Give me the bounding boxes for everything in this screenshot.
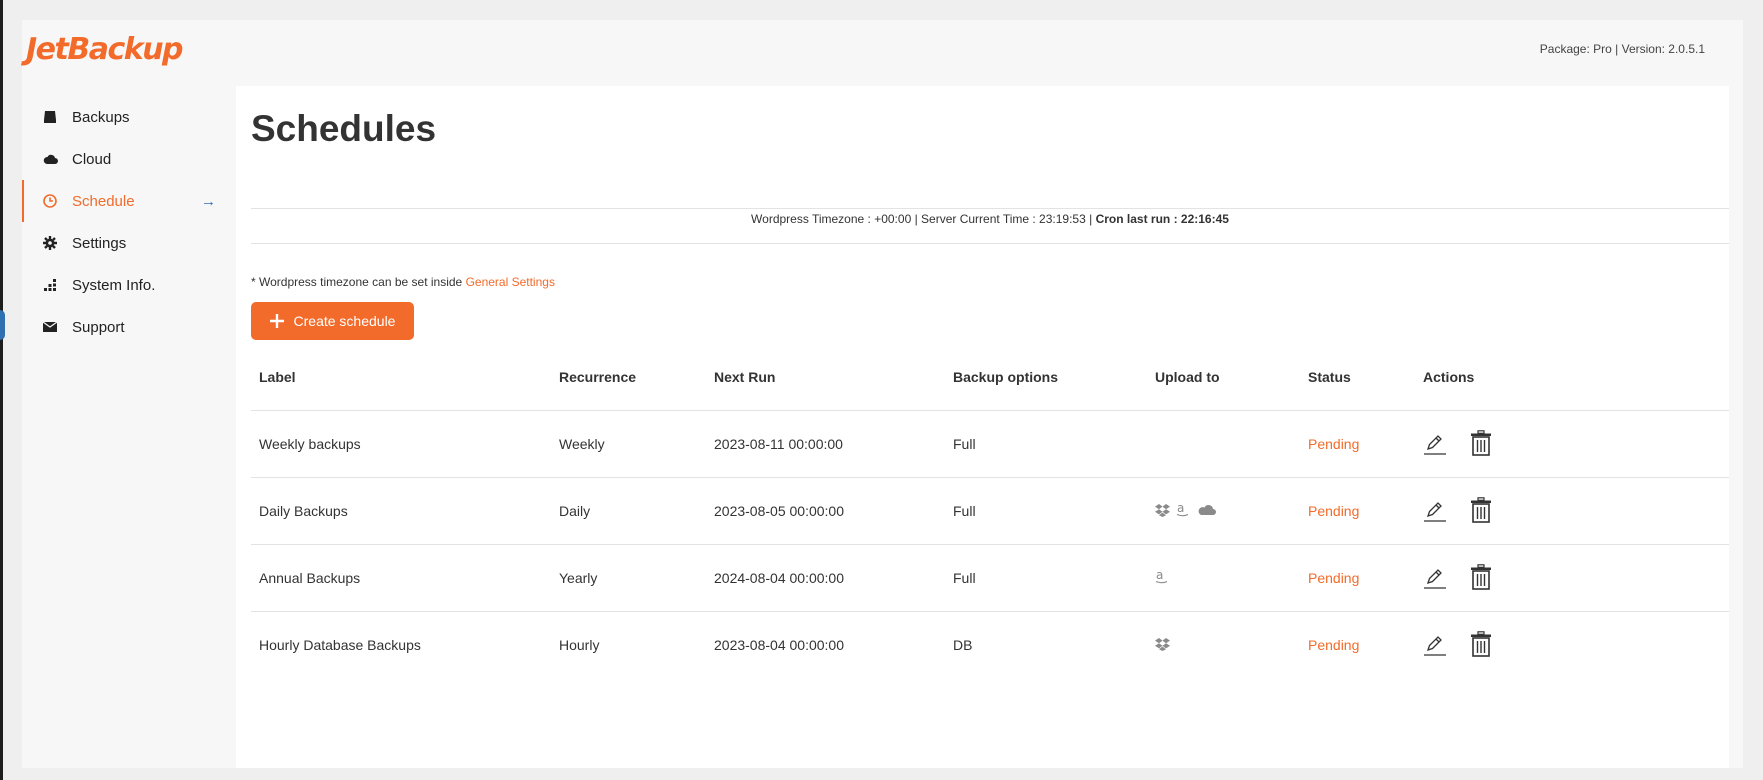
- schedule-label: Hourly Database Backups: [259, 637, 421, 653]
- column-header-actions: Actions: [1415, 343, 1729, 411]
- sidebar-item-backups[interactable]: Backups: [22, 96, 236, 138]
- schedule-actions: [1415, 477, 1729, 545]
- table-row: Weekly backups Weekly 2023-08-11 00:00:00 F…: [251, 410, 1729, 478]
- side-handle[interactable]: [0, 310, 5, 340]
- table-header-row: Label Recurrence Next Run Backup options…: [251, 343, 1729, 411]
- main-content: Schedules Wordpress Timezone : +00:00 | …: [236, 86, 1729, 768]
- schedule-actions: [1415, 410, 1729, 478]
- sidebar-item-label: Support: [72, 318, 125, 336]
- schedule-backup-options: DB: [953, 637, 973, 653]
- schedule-label: Weekly backups: [251, 410, 551, 478]
- header: JetBackup Package: Pro | Version: 2.0.5.…: [22, 20, 1743, 86]
- status-badge: Pending: [1300, 477, 1415, 545]
- schedule-upload-to: a: [1147, 544, 1300, 612]
- edit-icon[interactable]: [1423, 431, 1447, 457]
- trash-icon[interactable]: [1469, 563, 1493, 590]
- sidebar-item-label: Cloud: [72, 150, 112, 168]
- dropbox-icon: [1155, 503, 1170, 520]
- general-settings-link[interactable]: General Settings: [466, 275, 555, 289]
- sidebar-item-label: Settings: [72, 234, 127, 252]
- schedule-recurrence: Daily: [551, 477, 706, 545]
- plus-icon: [269, 314, 284, 328]
- create-schedule-label: Create schedule: [293, 313, 396, 329]
- schedule-upload-to: [1147, 410, 1300, 478]
- svg-text:a: a: [1177, 502, 1184, 515]
- table-row: Daily Backups Daily 2023-08-05 00:00:00 Ful…: [251, 477, 1729, 545]
- sidebar-item-cloud[interactable]: Cloud: [22, 138, 236, 180]
- bar-chart-icon: [42, 277, 58, 293]
- schedule-backup-options: Full: [945, 410, 1147, 478]
- envelope-icon: [42, 319, 58, 335]
- divider: [251, 243, 1729, 244]
- dropbox-icon: [1155, 637, 1170, 654]
- timezone-info: Wordpress Timezone : +00:00 | Server Cur…: [751, 212, 1093, 226]
- onedrive-icon: [1196, 503, 1216, 519]
- schedule-recurrence: Weekly: [551, 410, 706, 478]
- window-edge: [0, 0, 3, 780]
- schedule-backup-options: Full: [945, 477, 1147, 545]
- schedules-table: Label Recurrence Next Run Backup options…: [251, 343, 1729, 678]
- active-arrow-icon: →: [201, 192, 216, 210]
- schedule-upload-to: a: [1147, 477, 1300, 545]
- column-header-backup-options: Backup options: [945, 343, 1147, 411]
- sidebar-item-settings[interactable]: Settings: [22, 222, 236, 264]
- page-title: Schedules: [251, 108, 437, 149]
- sidebar-item-label: System Info.: [72, 276, 156, 294]
- schedule-actions: [1415, 544, 1729, 612]
- status-badge: Pending: [1308, 637, 1360, 653]
- schedule-recurrence: Hourly: [559, 637, 600, 653]
- amazon-icon: a: [1176, 501, 1190, 520]
- column-header-upload-to: Upload to: [1147, 343, 1300, 411]
- svg-text:a: a: [1156, 569, 1163, 582]
- sidebar-item-label: Backups: [72, 108, 130, 126]
- sidebar: Backups Cloud Schedule → Settings System…: [22, 96, 236, 348]
- create-schedule-button[interactable]: Create schedule: [251, 302, 414, 340]
- column-header-next-run: Next Run: [706, 343, 945, 411]
- sidebar-item-system-info[interactable]: System Info.: [22, 264, 236, 306]
- edit-icon[interactable]: [1423, 632, 1447, 658]
- schedule-backup-options: Full: [945, 544, 1147, 612]
- time-info: Wordpress Timezone : +00:00 | Server Cur…: [251, 212, 1729, 226]
- schedule-upload-to: [1147, 612, 1300, 679]
- timezone-note: * Wordpress timezone can be set inside G…: [251, 275, 555, 289]
- divider: [251, 208, 1729, 209]
- gear-icon: [42, 235, 58, 251]
- timezone-note-text: * Wordpress timezone can be set inside: [251, 275, 463, 289]
- trash-icon[interactable]: [1469, 496, 1493, 523]
- status-badge: Pending: [1300, 544, 1415, 612]
- schedule-next-run: 2023-08-05 00:00:00: [706, 477, 945, 545]
- table-row: Hourly Database Backups Hourly 2023-08-04 …: [251, 612, 1729, 679]
- edit-icon[interactable]: [1423, 498, 1447, 524]
- amazon-icon: a: [1155, 568, 1169, 587]
- schedule-next-run: 2024-08-04 00:00:00: [706, 544, 945, 612]
- column-header-recurrence: Recurrence: [551, 343, 706, 411]
- schedule-label: Daily Backups: [251, 477, 551, 545]
- trash-icon[interactable]: [1469, 429, 1493, 456]
- schedule-next-run: 2023-08-04 00:00:00: [714, 637, 844, 653]
- status-badge: Pending: [1300, 410, 1415, 478]
- drive-icon: [42, 109, 58, 125]
- sidebar-item-support[interactable]: Support: [22, 306, 236, 348]
- column-header-label: Label: [251, 343, 551, 411]
- app-frame: JetBackup Package: Pro | Version: 2.0.5.…: [22, 20, 1743, 768]
- package-version-info: Package: Pro | Version: 2.0.5.1: [1539, 42, 1705, 56]
- edit-icon[interactable]: [1423, 565, 1447, 591]
- cloud-icon: [42, 151, 58, 167]
- clock-icon: [42, 193, 58, 209]
- sidebar-item-label: Schedule: [72, 192, 135, 210]
- trash-icon[interactable]: [1469, 630, 1493, 657]
- table-row: Annual Backups Yearly 2024-08-04 00:00:00 F…: [251, 544, 1729, 612]
- schedule-next-run: 2023-08-11 00:00:00: [706, 410, 945, 478]
- sidebar-item-schedule[interactable]: Schedule →: [22, 180, 236, 222]
- schedule-label: Annual Backups: [251, 544, 551, 612]
- schedule-recurrence: Yearly: [551, 544, 706, 612]
- column-header-status: Status: [1300, 343, 1415, 411]
- schedule-actions: [1415, 612, 1729, 679]
- logo: JetBackup: [26, 32, 184, 67]
- cron-last-run: Cron last run : 22:16:45: [1095, 212, 1229, 226]
